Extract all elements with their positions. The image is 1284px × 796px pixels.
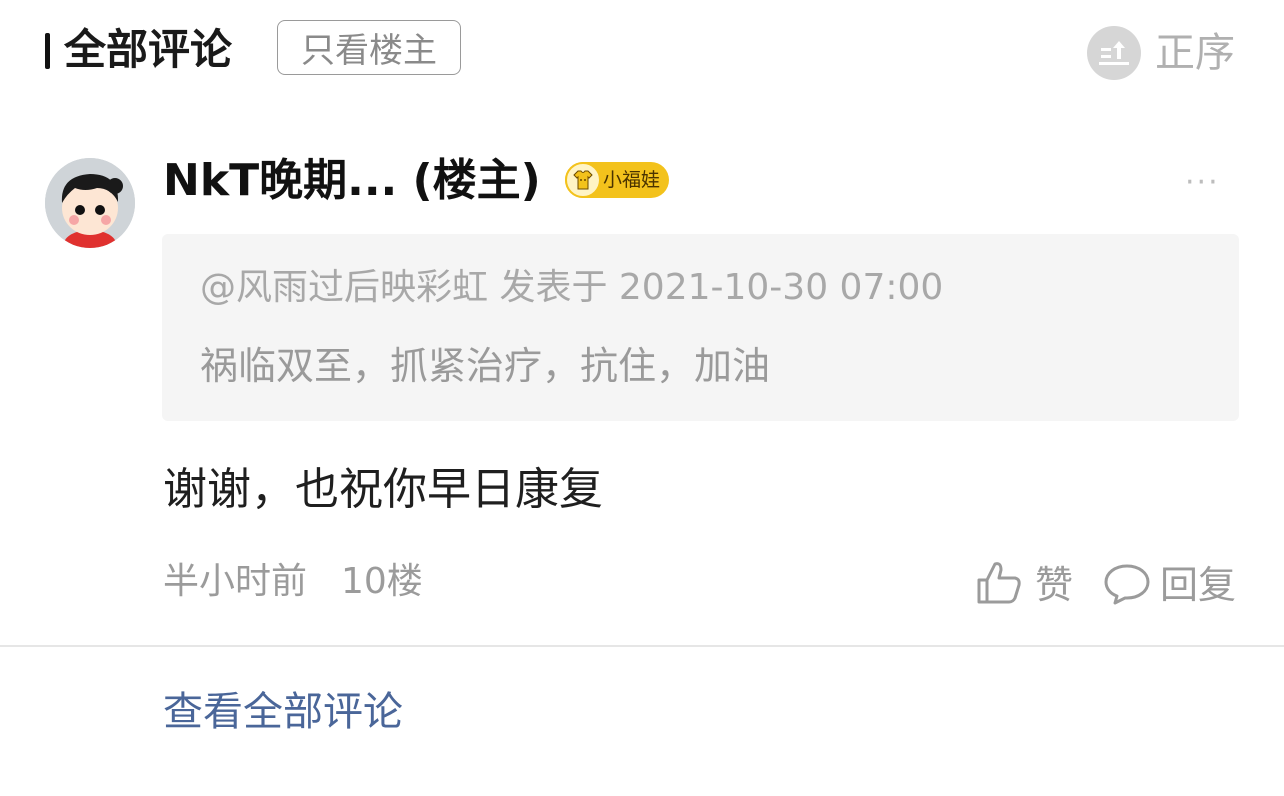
speech-bubble-icon[interactable] <box>1103 562 1151 606</box>
divider <box>0 645 1284 647</box>
thumbs-up-icon[interactable] <box>975 558 1023 606</box>
quoted-reply: @风雨过后映彩虹 发表于 2021-10-30 07:00 祸临双至，抓紧治疗，… <box>162 234 1239 421</box>
sort-order-label[interactable]: 正序 <box>1155 27 1235 79</box>
view-all-comments-link[interactable]: 查看全部评论 <box>163 685 403 739</box>
user-badge[interactable]: 小福娃 <box>565 162 669 198</box>
sort-icon[interactable] <box>1087 26 1141 80</box>
title-accent-bar <box>45 33 50 69</box>
like-label[interactable]: 赞 <box>1035 561 1073 609</box>
only-op-button[interactable]: 只看楼主 <box>277 20 461 75</box>
comment-time: 半小时前 <box>163 561 308 602</box>
badge-label: 小福娃 <box>603 169 661 191</box>
quote-text: 祸临双至，抓紧治疗，抗住，加油 <box>200 344 771 388</box>
username[interactable]: NkT晚期... (楼主) <box>163 152 541 210</box>
reply-label[interactable]: 回复 <box>1160 561 1236 609</box>
avatar[interactable] <box>45 158 135 248</box>
comment-floor: 10楼 <box>341 561 423 602</box>
more-options-icon[interactable]: ··· <box>1185 168 1220 198</box>
quote-meta: @风雨过后映彩虹 发表于 2021-10-30 07:00 <box>200 267 944 308</box>
comment-content: 谢谢，也祝你早日康复 <box>163 464 603 515</box>
shirt-icon <box>565 162 601 198</box>
section-title: 全部评论 <box>64 25 233 74</box>
